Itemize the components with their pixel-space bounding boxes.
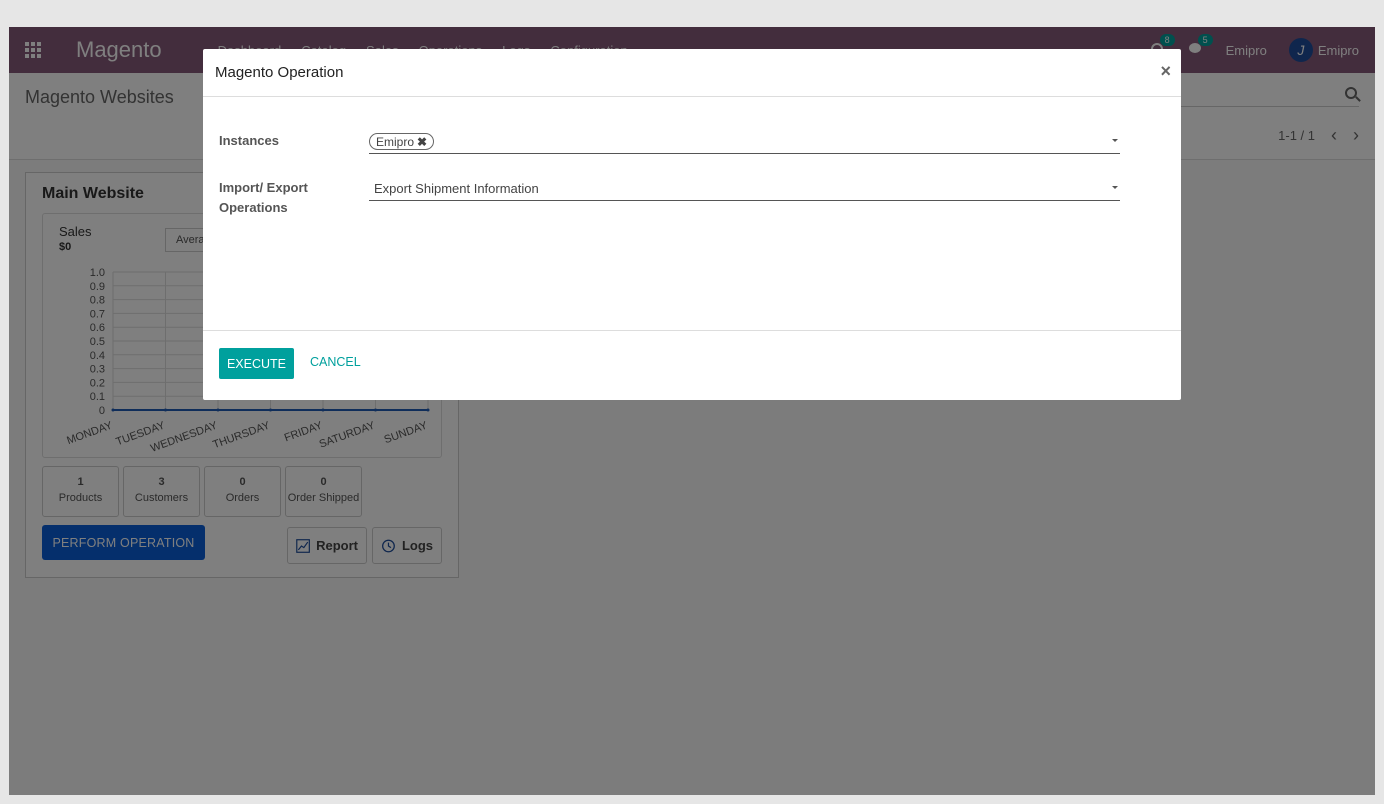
operations-label-line1: Import/ Export xyxy=(219,180,308,195)
modal-header: Magento Operation × xyxy=(203,49,1181,97)
app-window: Magento Dashboard Catalog Sales Operatio… xyxy=(9,27,1375,795)
execute-button[interactable]: EXECUTE xyxy=(219,348,294,379)
operations-label: Import/ Export Operations xyxy=(219,178,308,218)
instances-field[interactable]: Emipro ✖ xyxy=(369,130,1120,154)
modal-body: Instances Emipro ✖ Import/ Export Operat… xyxy=(203,97,1181,331)
caret-down-icon[interactable] xyxy=(1112,186,1118,189)
instances-label: Instances xyxy=(219,133,279,148)
operations-label-line2: Operations xyxy=(219,200,288,215)
operation-value: Export Shipment Information xyxy=(374,181,539,196)
close-icon[interactable]: × xyxy=(1160,61,1171,82)
modal-title: Magento Operation xyxy=(215,64,344,81)
magento-operation-dialog: Magento Operation × Instances Emipro ✖ I… xyxy=(203,49,1181,400)
cancel-button[interactable]: CANCEL xyxy=(310,355,361,369)
operation-select[interactable]: Export Shipment Information xyxy=(369,177,1120,201)
caret-down-icon[interactable] xyxy=(1112,139,1118,142)
modal-footer: EXECUTE CANCEL xyxy=(203,331,1181,399)
remove-tag-icon[interactable]: ✖ xyxy=(417,135,427,149)
instance-tag: Emipro ✖ xyxy=(369,133,435,150)
instance-tag-label: Emipro xyxy=(376,134,415,149)
